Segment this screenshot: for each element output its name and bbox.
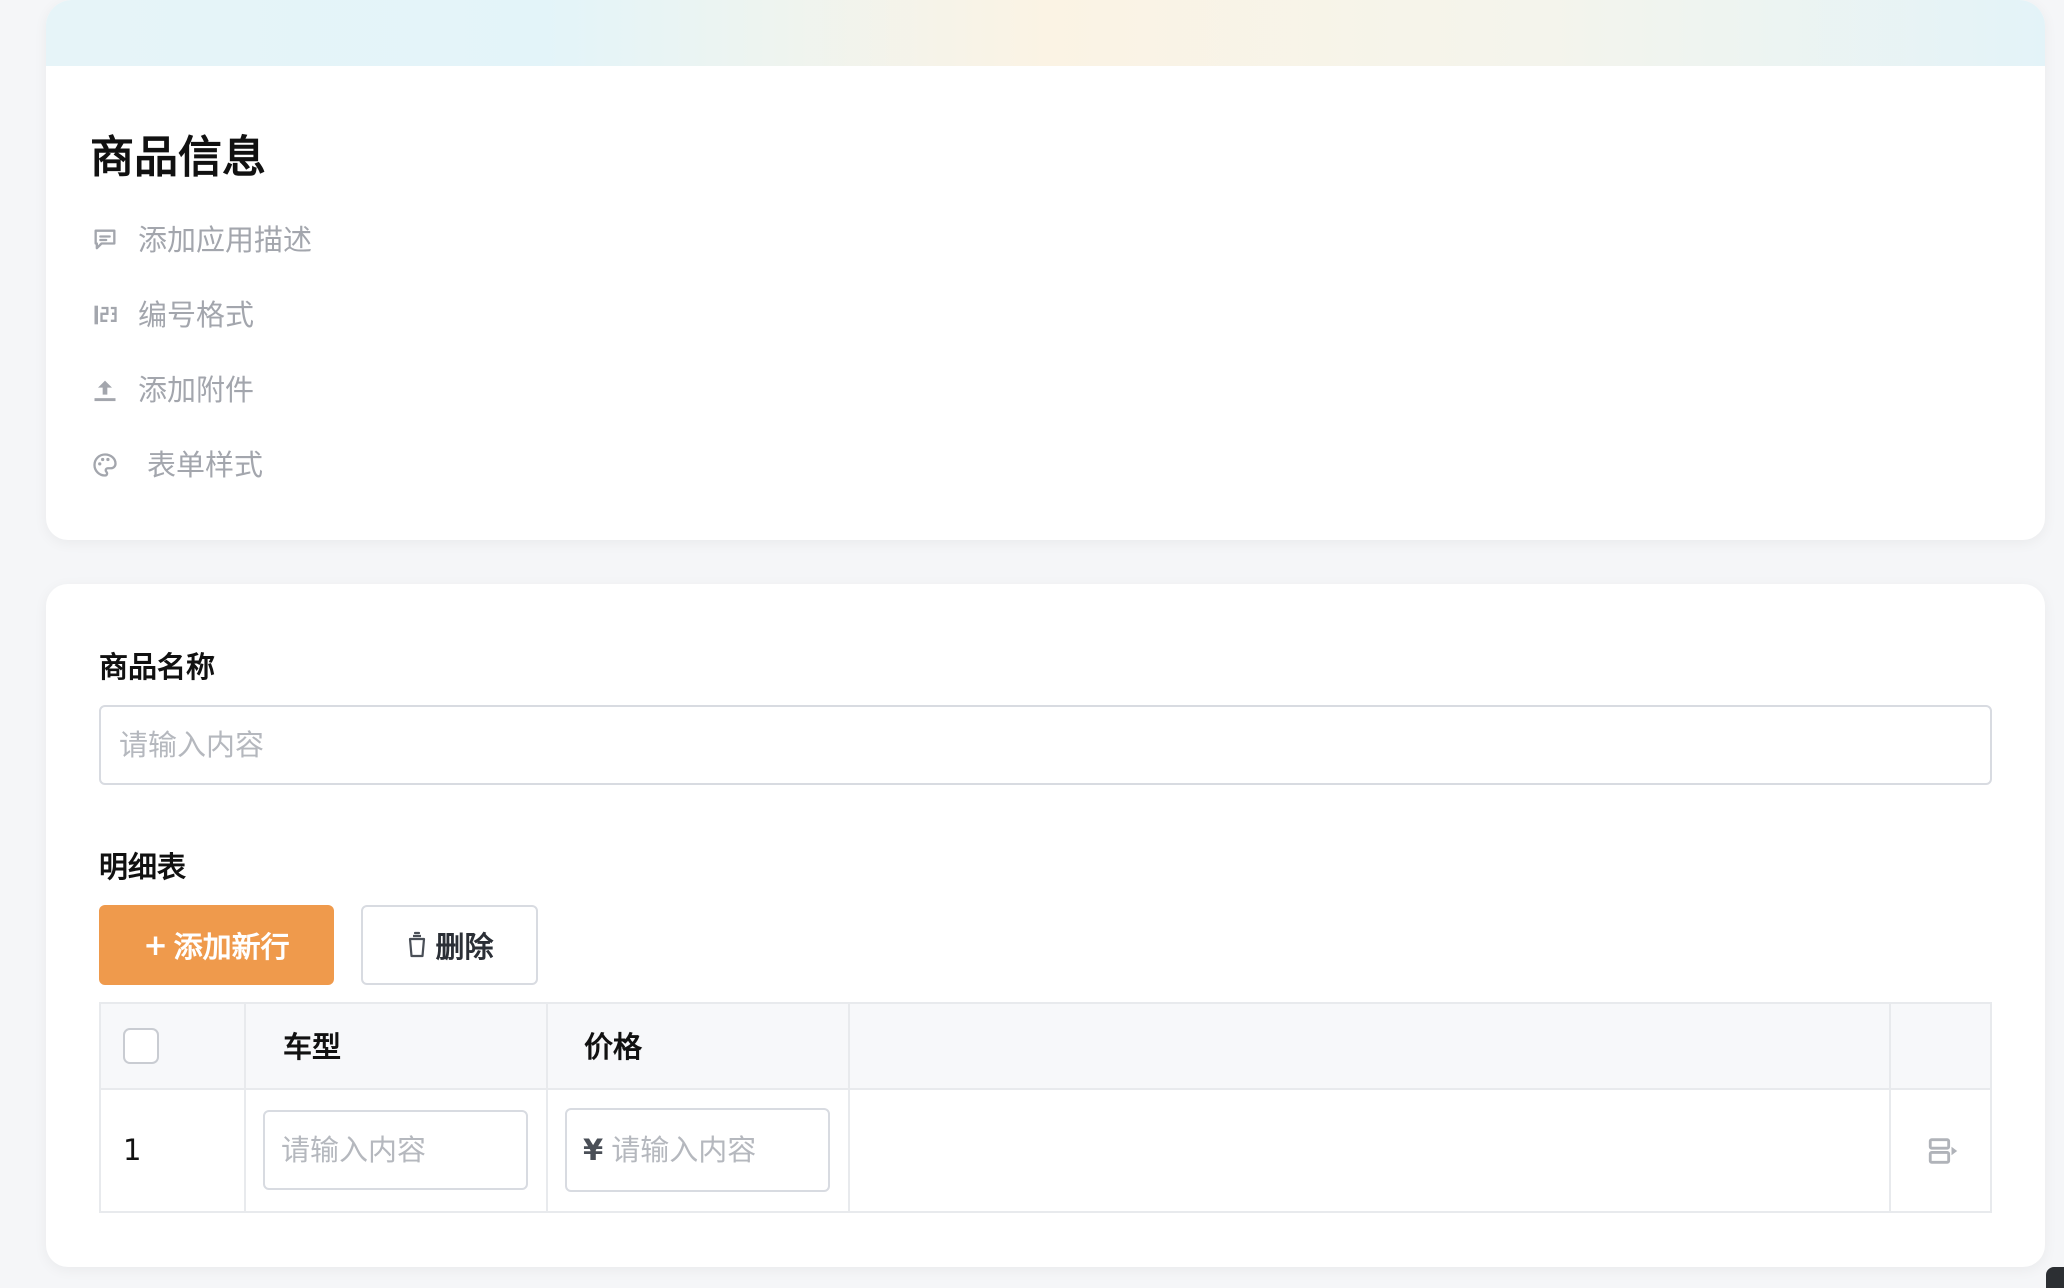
number-format-icon	[90, 300, 120, 330]
add-row-button[interactable]: + 添加新行	[99, 905, 334, 985]
price-cell: ¥	[565, 1108, 830, 1192]
palette-icon	[90, 450, 120, 480]
table-header: 车型 价格	[101, 1004, 1990, 1090]
number-format-label: 编号格式	[138, 298, 255, 332]
add-description-action[interactable]: 添加应用描述	[90, 218, 312, 262]
column-separator	[1889, 1004, 1891, 1211]
column-separator	[546, 1004, 548, 1211]
form-style-label: 表单样式	[147, 448, 264, 482]
car-type-input[interactable]	[281, 1133, 510, 1167]
add-attachment-label: 添加附件	[138, 373, 255, 407]
row-detail-icon[interactable]	[1926, 1134, 1960, 1168]
column-header-price: 价格	[584, 1030, 643, 1064]
price-input[interactable]	[611, 1133, 812, 1167]
table-row: 1 ¥	[101, 1090, 1990, 1211]
form-body-card: 商品名称 明细表 + 添加新行 删除 车型 价格 1 ¥	[46, 584, 2045, 1267]
column-header-car-type: 车型	[283, 1030, 342, 1064]
car-type-cell	[263, 1110, 528, 1190]
select-all-checkbox[interactable]	[123, 1028, 159, 1064]
header-actions-list: 添加应用描述 编号格式 添加附件 表单样式	[90, 218, 312, 518]
currency-symbol: ¥	[583, 1133, 604, 1167]
add-attachment-action[interactable]: 添加附件	[90, 368, 312, 412]
add-row-label: 添加新行	[173, 930, 290, 964]
column-separator	[244, 1004, 246, 1211]
comment-icon	[90, 225, 120, 255]
plus-icon: +	[143, 928, 168, 962]
header-gradient-band	[46, 0, 2045, 66]
upload-icon	[90, 375, 120, 405]
add-description-label: 添加应用描述	[138, 223, 313, 257]
page-title: 商品信息	[90, 132, 266, 183]
product-name-input[interactable]	[99, 705, 1992, 785]
column-separator	[848, 1004, 850, 1211]
detail-table-label: 明细表	[99, 850, 187, 884]
corner-widget	[2046, 1267, 2064, 1288]
trash-icon	[405, 930, 429, 960]
product-name-label: 商品名称	[99, 650, 216, 684]
row-index: 1	[123, 1133, 142, 1167]
number-format-action[interactable]: 编号格式	[90, 293, 312, 337]
delete-button[interactable]: 删除	[361, 905, 538, 985]
form-style-action[interactable]: 表单样式	[90, 443, 312, 487]
delete-label: 删除	[435, 930, 494, 964]
form-header-card: 商品信息 添加应用描述 编号格式 添加附件 表单样式	[46, 0, 2045, 540]
detail-table: 车型 价格 1 ¥	[99, 1002, 1992, 1213]
